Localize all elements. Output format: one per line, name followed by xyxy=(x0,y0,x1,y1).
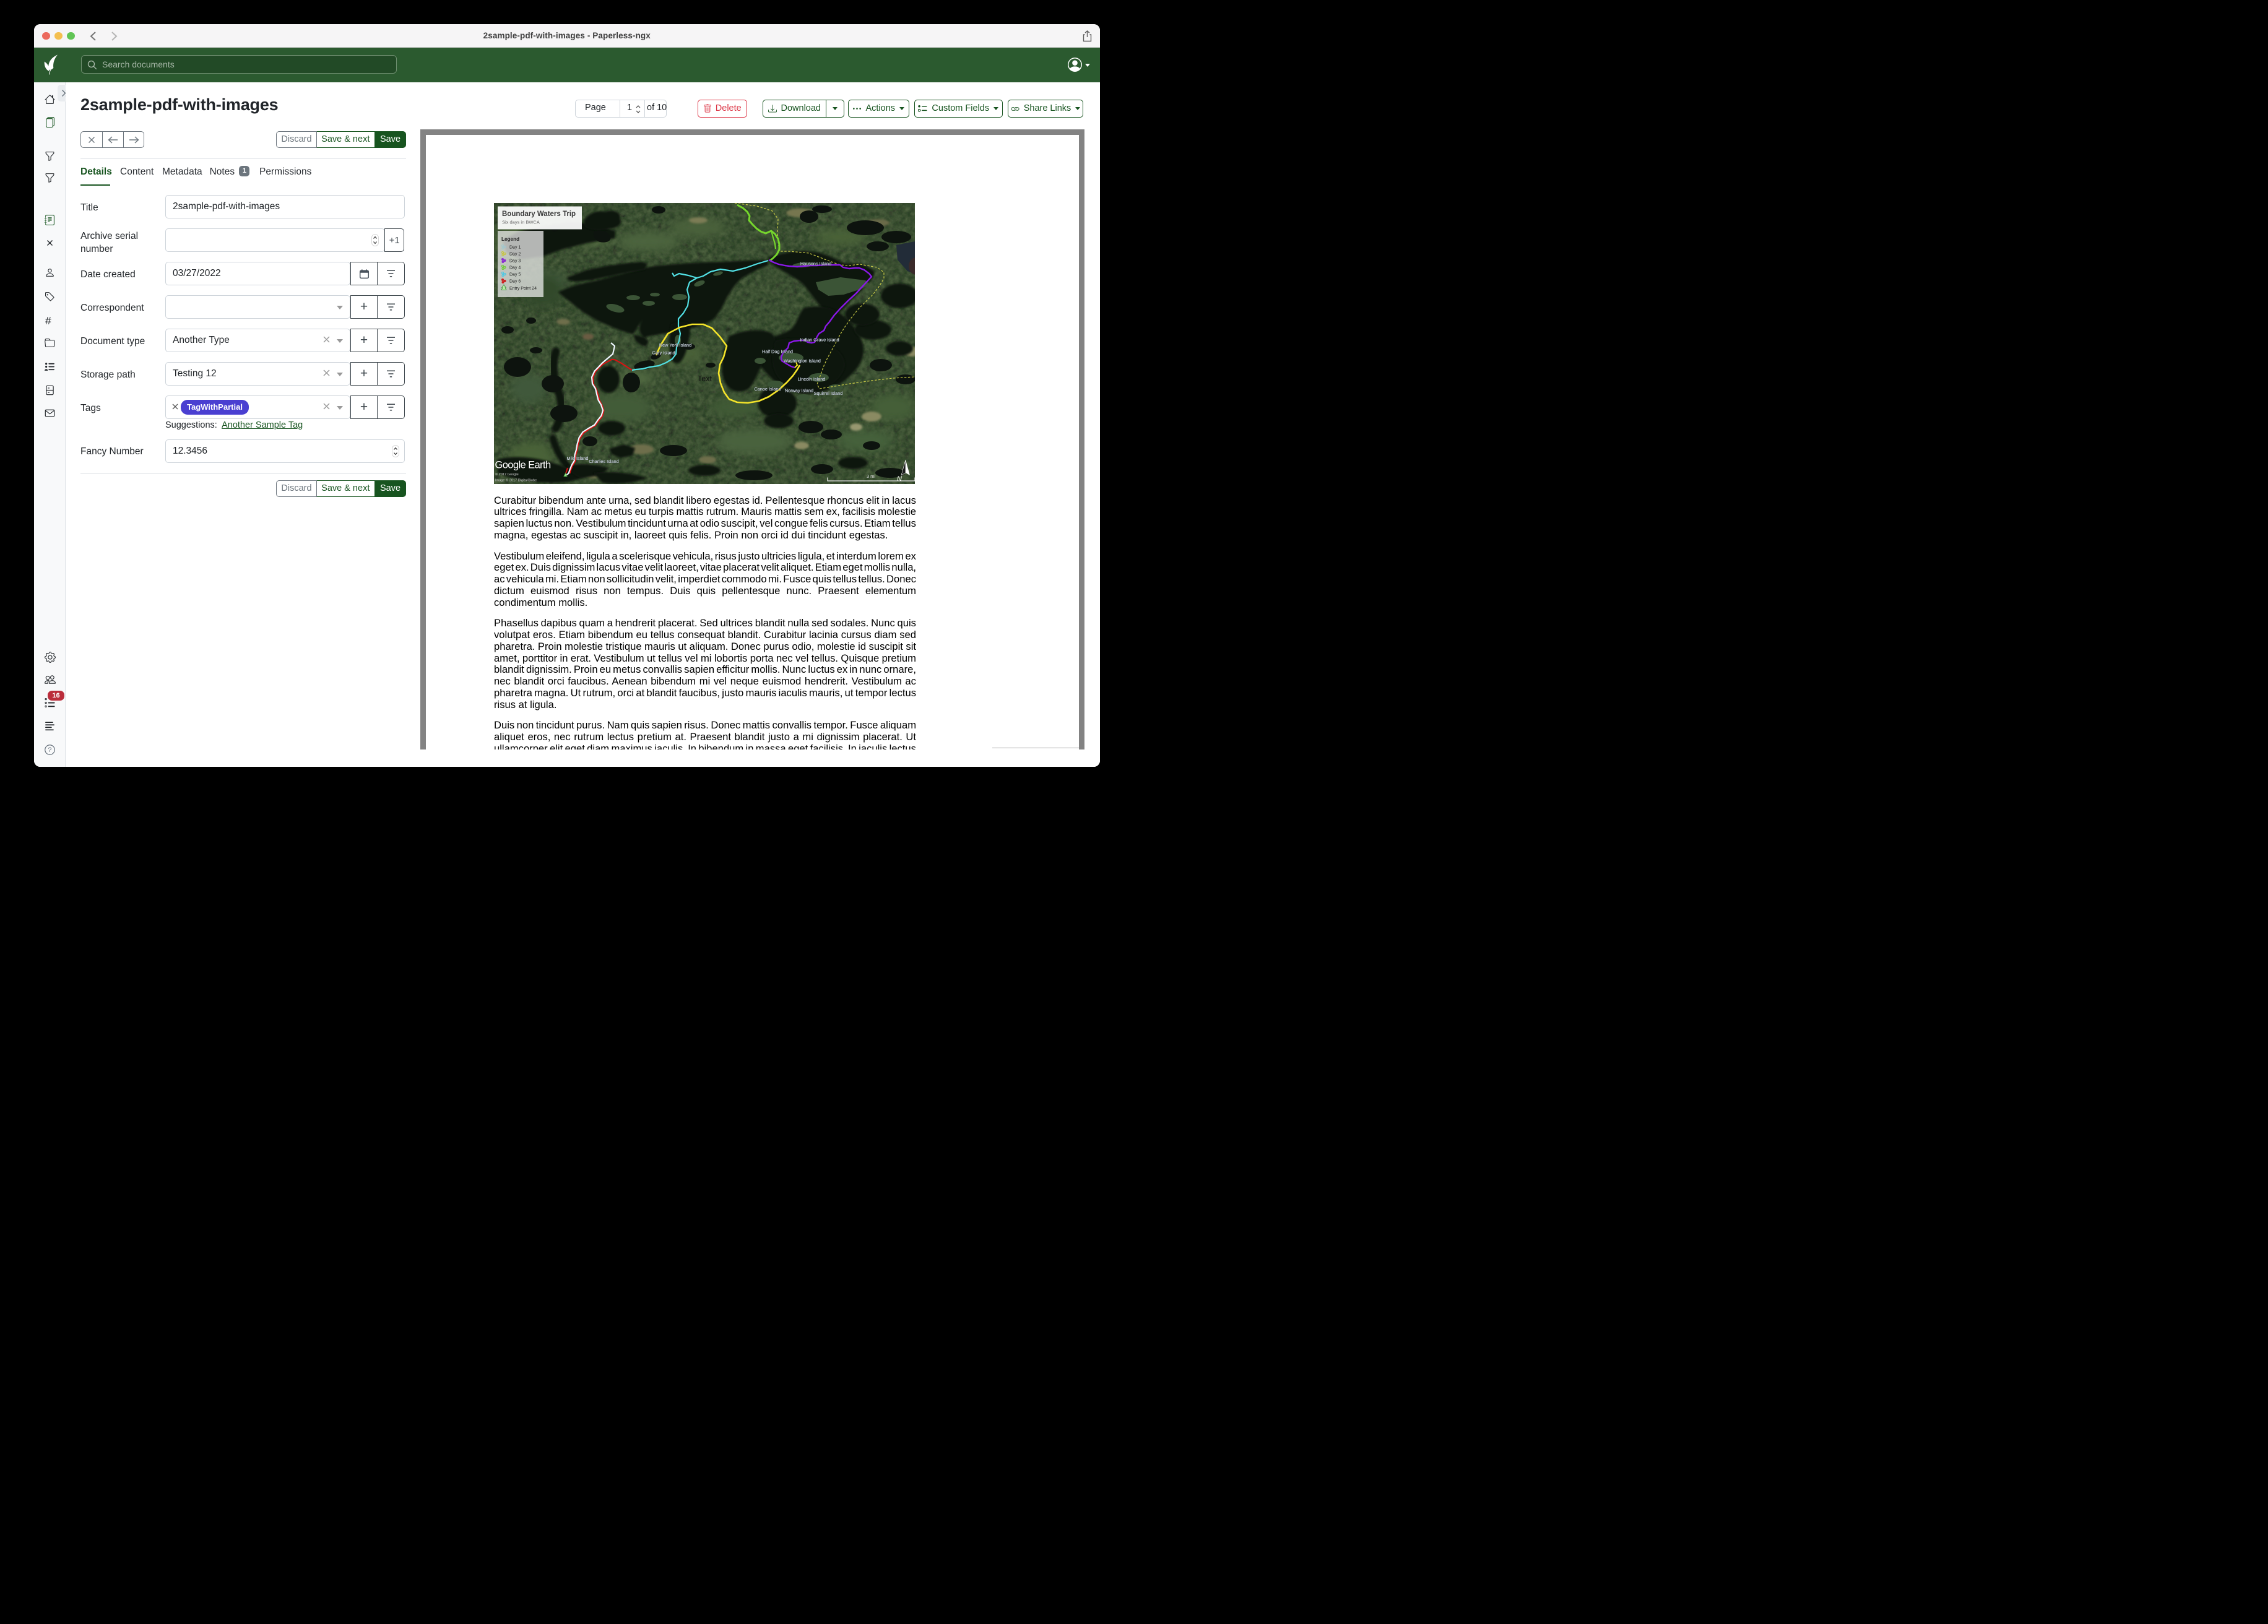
svg-text:Hausons Island: Hausons Island xyxy=(800,261,831,266)
svg-text:Text: Text xyxy=(698,374,712,383)
svg-text:Mile Island: Mile Island xyxy=(567,456,589,461)
svg-text:Canoe Island: Canoe Island xyxy=(754,386,781,392)
svg-text:Google Earth: Google Earth xyxy=(495,459,551,470)
svg-text:Day 3: Day 3 xyxy=(509,259,521,263)
svg-text:Washington Island: Washington Island xyxy=(784,358,821,363)
svg-text:Entry Point 24: Entry Point 24 xyxy=(509,287,537,291)
svg-text:Gary Island: Gary Island xyxy=(652,350,675,355)
svg-text:Six days in BWCA: Six days in BWCA xyxy=(502,219,540,225)
svg-text:Day 1: Day 1 xyxy=(509,245,521,249)
svg-text:Day 4: Day 4 xyxy=(509,266,521,270)
svg-text:Legend: Legend xyxy=(501,236,519,242)
svg-text:Squirrel Island: Squirrel Island xyxy=(814,391,843,396)
svg-text:Indian Grave Island: Indian Grave Island xyxy=(800,337,839,342)
svg-text:Boundary Waters Trip: Boundary Waters Trip xyxy=(502,210,576,218)
svg-text:Day 6: Day 6 xyxy=(509,279,521,283)
svg-text:Image © 2017 DigitalGlobe: Image © 2017 DigitalGlobe xyxy=(495,478,537,482)
svg-text:Day 5: Day 5 xyxy=(509,272,521,277)
svg-text:?: ? xyxy=(48,746,51,754)
svg-text:Day 2: Day 2 xyxy=(509,252,521,256)
svg-text:New York Island: New York Island xyxy=(659,342,691,348)
svg-text:3 mi: 3 mi xyxy=(867,473,876,479)
svg-text:Norway Island: Norway Island xyxy=(785,387,813,393)
svg-text:N: N xyxy=(897,475,902,483)
svg-text:© 2017 Google: © 2017 Google xyxy=(495,472,519,477)
svg-text:Charlies Island: Charlies Island xyxy=(589,459,618,464)
svg-text:Half Dog Island: Half Dog Island xyxy=(762,348,793,354)
svg-text:Lincoln Island: Lincoln Island xyxy=(798,376,826,382)
